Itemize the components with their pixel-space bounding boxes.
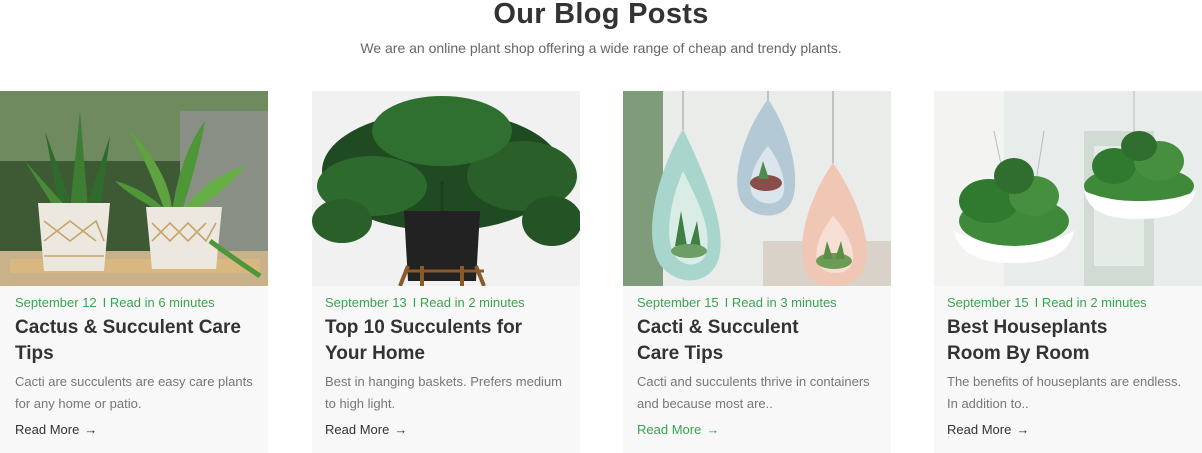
post-meta: September 15 I Read in 3 minutes [637, 295, 841, 310]
arrow-right-icon: → [84, 422, 98, 437]
post-excerpt: The benefits of houseplants are endless.… [947, 374, 1182, 411]
post-excerpt: Best in hanging baskets. Prefers medium … [325, 374, 563, 411]
monstera-plant-image[interactable] [312, 91, 580, 286]
post-excerpt: Cacti are succulents are easy care plant… [15, 374, 253, 411]
section-title: Our Blog Posts [493, 0, 709, 30]
read-more-label: Read More [947, 422, 1012, 437]
section-subtitle: We are an online plant shop offering a w… [360, 40, 842, 56]
read-more-link[interactable]: Read More → [15, 422, 97, 437]
post-title[interactable]: Cacti & Succulent Care Tips [637, 315, 837, 367]
blog-card-2[interactable]: September 13 I Read in 2 minutes Top 10 S… [312, 91, 580, 453]
post-date: September 15 [947, 295, 1029, 310]
read-more-link[interactable]: Read More → [637, 422, 719, 437]
arrow-right-icon: → [706, 422, 720, 437]
read-more-link[interactable]: Read More → [325, 422, 407, 437]
post-meta: September 12 I Read in 6 minutes [15, 295, 219, 310]
blog-card-4[interactable]: September 15 I Read in 2 minutes Best Hou… [934, 91, 1202, 453]
post-read-time: I Read in 6 minutes [102, 295, 215, 310]
hanging-bowl-plants-image[interactable] [934, 91, 1202, 286]
post-meta: September 13 I Read in 2 minutes [325, 295, 529, 310]
hanging-planters-image[interactable] [623, 91, 891, 286]
post-title[interactable]: Top 10 Succulents for Your Home [325, 315, 565, 367]
read-more-label: Read More [325, 422, 390, 437]
post-date: September 13 [325, 295, 407, 310]
post-read-time: I Read in 3 minutes [724, 295, 837, 310]
post-date: September 15 [637, 295, 719, 310]
arrow-right-icon: → [394, 422, 408, 437]
post-read-time: I Read in 2 minutes [412, 295, 525, 310]
post-title[interactable]: Best Houseplants Room By Room [947, 315, 1147, 367]
post-title[interactable]: Cactus & Succulent Care Tips [15, 315, 255, 367]
post-excerpt: Cacti and succulents thrive in container… [637, 374, 870, 411]
blog-card-1[interactable]: September 12 I Read in 6 minutes Cactus &… [0, 91, 268, 453]
read-more-label: Read More [15, 422, 80, 437]
blog-card-3[interactable]: September 15 I Read in 3 minutes Cacti & … [623, 91, 891, 453]
post-meta: September 15 I Read in 2 minutes [947, 295, 1151, 310]
arrow-right-icon: → [1016, 422, 1030, 437]
post-read-time: I Read in 2 minutes [1034, 295, 1147, 310]
post-date: September 12 [15, 295, 97, 310]
read-more-link[interactable]: Read More → [947, 422, 1029, 437]
potted-snake-plant-image[interactable] [0, 91, 268, 286]
blog-cards: September 12 I Read in 6 minutes Cactus &… [0, 91, 1202, 453]
read-more-label: Read More [637, 422, 702, 437]
